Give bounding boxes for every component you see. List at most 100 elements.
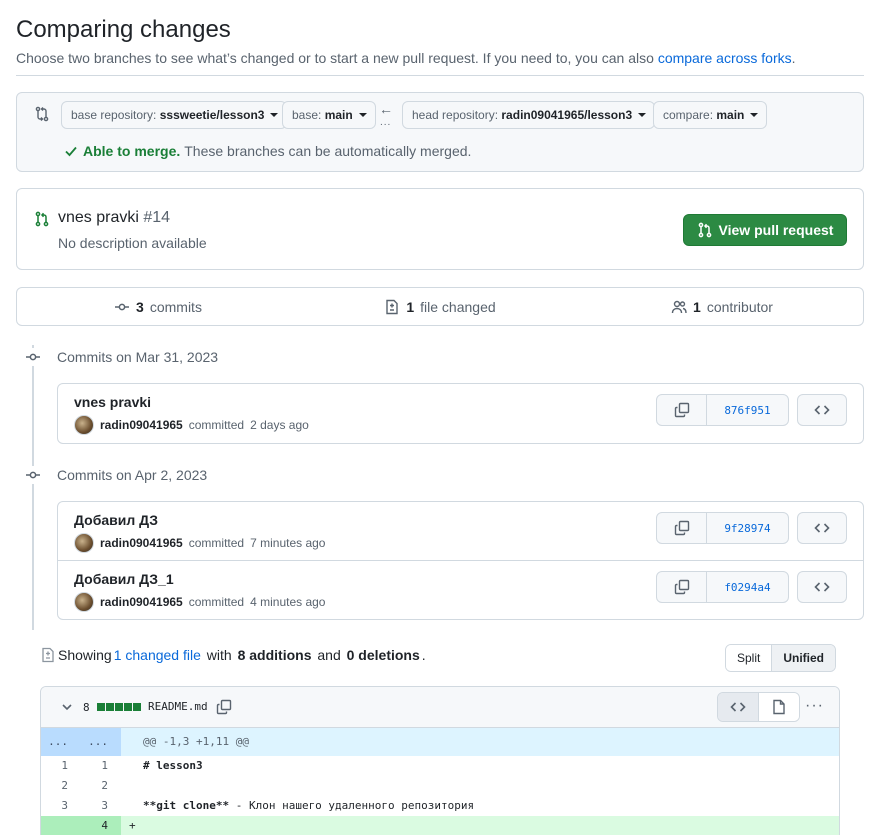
browse-code-button[interactable] [797,394,847,426]
commit-sha-link[interactable]: f0294a4 [707,572,788,602]
commit-row: Добавил ДЗ_1 radin09041965 committed 4 min… [58,560,863,618]
commit-meta: radin09041965 committed 7 minutes ago [74,533,325,553]
avatar[interactable] [74,533,94,553]
copy-icon[interactable] [657,395,707,425]
arrow-left-icon: ← [379,101,393,117]
view-pr-label: View pull request [718,222,834,238]
expand-down-icon[interactable]: ... [81,728,121,756]
range-editor: base repository: sssweetie/lesson3 base:… [16,92,864,172]
file-icon[interactable] [759,693,799,721]
commit-list: vnes pravki radin09041965 committed 2 days… [57,383,864,444]
commit-icon [115,303,130,310]
split-view-button[interactable]: Split [726,645,772,671]
avatar[interactable] [74,592,94,612]
changed-file-link[interactable]: 1 changed file [114,647,201,663]
diff-code-text: - Клон нашего удаленного репозитория [229,799,475,812]
pr-description: No description available [58,235,207,251]
commit-sha-link[interactable]: 9f28974 [707,513,788,543]
copy-icon[interactable] [216,699,232,715]
head-repo-value: radin09041965/lesson3 [501,108,633,122]
merge-status: Able to merge. These branches can be aut… [63,143,471,159]
commit-message[interactable]: vnes pravki [74,394,151,410]
file-header: 8 README.md ··· [41,687,839,728]
merge-status-label: Able to merge. [83,143,181,159]
base-label: base: [292,108,325,122]
commits-tab[interactable]: 3 commits [17,288,299,325]
new-line-number[interactable]: 1 [81,756,121,776]
kebab-menu-icon[interactable]: ··· [805,697,824,715]
commit-message[interactable]: Добавил ДЗ [74,512,158,528]
summary-text: and [313,647,345,663]
commit-action: committed [188,418,245,432]
additions-count: 8 additions [237,647,312,663]
commit-group-date: Commits on Mar 31, 2023 [57,349,219,365]
pull-request-icon [34,211,50,227]
deletions-count: 0 deletions [346,647,420,663]
commit-time: 7 minutes ago [250,536,326,550]
timeline-line [32,345,34,630]
commit-meta: radin09041965 committed 2 days ago [74,415,309,435]
diff-line-added: 4 + [41,816,839,835]
diff-code: # lesson3 [143,759,203,772]
files-count: 1 [406,298,415,315]
base-branch-select[interactable]: base: main [282,101,376,129]
contributors-tab[interactable]: 1 contributor [581,288,863,325]
compare-branch-select[interactable]: compare: main [653,101,768,129]
summary-text: Showing [58,647,112,663]
contributors-count: 1 [693,298,701,315]
code-icon [814,405,830,415]
subtitle-end: . [791,50,796,66]
pull-request-icon [698,222,711,238]
old-line-number[interactable] [41,816,81,835]
commit-author[interactable]: radin09041965 [100,418,183,432]
head-repository-select[interactable]: head repository: radin09041965/lesson3 [402,101,656,129]
caret-down-icon [270,113,279,117]
diff-code: **git clone** - Клон нашего удаленного р… [121,796,839,816]
commit-row: vnes pravki radin09041965 committed 2 days… [58,384,863,442]
commit-group-header: Commits on Mar 31, 2023 [24,348,218,366]
old-line-number[interactable]: 3 [41,796,81,816]
browse-code-button[interactable] [797,571,847,603]
page-subtitle: Choose two branches to see what’s change… [16,50,796,66]
commit-author[interactable]: radin09041965 [100,536,183,550]
new-line-number[interactable]: 2 [81,776,121,796]
files-tab[interactable]: 1 file changed [299,288,581,325]
commit-row: Добавил ДЗ radin09041965 committed 7 minut… [58,502,863,560]
base-repository-select[interactable]: base repository: sssweetie/lesson3 [61,101,288,129]
pr-title[interactable]: vnes pravki #14 [58,209,170,227]
code-icon[interactable] [718,693,759,721]
commit-sha-link[interactable]: 876f951 [707,395,788,425]
hunk-header[interactable]: ... ... @@ -1,3 +1,11 @@ [41,728,839,756]
ellipsis-icon: ... [380,117,392,128]
file-name[interactable]: README.md [148,700,208,713]
commit-sha-group: f0294a4 [656,571,789,603]
caret-down-icon [750,113,759,117]
copy-icon[interactable] [657,572,707,602]
pr-number: #14 [143,209,171,226]
avatar[interactable] [74,415,94,435]
browse-code-button[interactable] [797,512,847,544]
diff-code: + [129,819,136,832]
summary-text: . [421,647,426,663]
contributors-label: contributor [706,298,773,315]
subtitle-text: Choose two branches to see what’s change… [16,50,658,66]
new-line-number[interactable]: 4 [81,816,121,835]
existing-pull-request: vnes pravki #14 No description available… [16,188,864,270]
git-compare-icon [34,106,50,122]
file-diff-icon [386,299,399,314]
old-line-number[interactable]: 1 [41,756,81,776]
head-repo-label: head repository: [412,108,502,122]
expand-up-icon[interactable]: ... [41,728,81,756]
commit-action: committed [188,536,245,550]
unified-view-button[interactable]: Unified [771,645,836,671]
commit-author[interactable]: radin09041965 [100,595,183,609]
old-line-number[interactable]: 2 [41,776,81,796]
view-pull-request-button[interactable]: View pull request [683,214,847,246]
chevron-down-icon[interactable] [61,701,73,713]
base-repo-value: sssweetie/lesson3 [159,108,265,122]
diff-code-bold: **git clone** [143,799,230,812]
compare-forks-link[interactable]: compare across forks [658,50,792,66]
commit-message[interactable]: Добавил ДЗ_1 [74,571,174,587]
new-line-number[interactable]: 3 [81,796,121,816]
copy-icon[interactable] [657,513,707,543]
